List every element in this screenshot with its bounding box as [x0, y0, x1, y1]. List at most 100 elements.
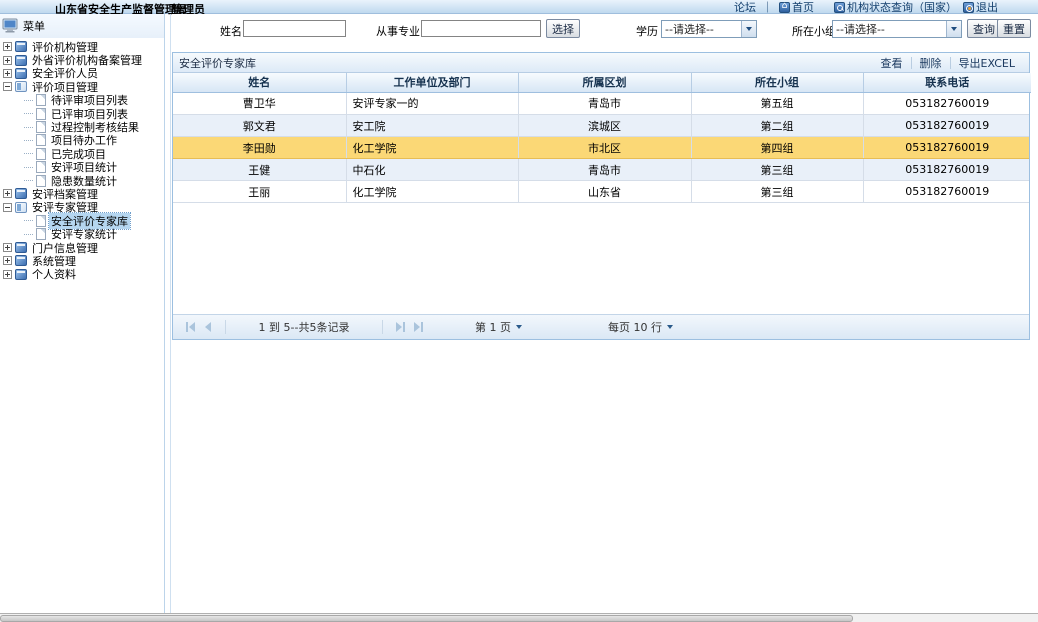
expand-icon[interactable]: [3, 270, 12, 279]
expand-icon[interactable]: [3, 69, 12, 78]
scrollbar-thumb[interactable]: [0, 615, 853, 622]
table-cell: 郭文君: [173, 115, 346, 137]
name-input[interactable]: [243, 20, 346, 37]
column-header[interactable]: 所属区划: [518, 73, 691, 92]
table-row[interactable]: 郭文君安工院滨城区第二组053182760019: [173, 115, 1029, 137]
topbar-links: 论坛 ｜ 首页 机构状态查询（国家） 退出: [734, 0, 998, 14]
profession-input[interactable]: [421, 20, 541, 37]
table-cell: 053182760019: [863, 137, 1029, 159]
prev-page-button[interactable]: [199, 318, 217, 336]
grid-header-table: 姓名工作单位及部门所属区划所在小组联系电话: [173, 73, 1031, 93]
tree-item[interactable]: 个人资料: [0, 268, 164, 281]
delete-button[interactable]: 删除: [912, 55, 950, 71]
collapse-icon[interactable]: [3, 203, 12, 212]
org-status-link[interactable]: 机构状态查询（国家）: [834, 0, 957, 15]
table-cell: 安评专家一的: [346, 93, 518, 115]
top-bar: 山东省安全生产监督管理局 管理员 论坛 ｜ 首页 机构状态查询（国家） 退出: [0, 0, 1038, 14]
tree-connector: [24, 127, 33, 128]
table-cell: 化工学院: [346, 137, 518, 159]
folder-icon: [15, 255, 27, 266]
profession-label: 从事专业: [376, 23, 420, 39]
folder-icon: [15, 68, 27, 79]
export-excel-button[interactable]: 导出EXCEL: [951, 55, 1023, 71]
home-icon: [779, 2, 790, 13]
view-button[interactable]: 查看: [873, 55, 911, 71]
power-icon: [963, 2, 974, 13]
table-row[interactable]: 王丽化工学院山东省第三组053182760019: [173, 181, 1029, 203]
folder-icon: [15, 242, 27, 253]
grid-body-table: 曹卫华安评专家一的青岛市第五组053182760019郭文君安工院滨城区第二组0…: [173, 93, 1029, 204]
table-cell: 王健: [173, 159, 346, 181]
tree-item[interactable]: 门户信息管理: [0, 241, 164, 254]
expand-icon[interactable]: [3, 243, 12, 252]
next-page-button[interactable]: [391, 318, 409, 336]
page-number-select[interactable]: 第 1 页: [475, 319, 522, 335]
expand-icon[interactable]: [3, 42, 12, 51]
column-header[interactable]: 联系电话: [863, 73, 1031, 92]
column-header[interactable]: 所在小组: [691, 73, 863, 92]
tree-connector: [24, 180, 33, 181]
grid-body: 曹卫华安评专家一的青岛市第五组053182760019郭文君安工院滨城区第二组0…: [173, 93, 1029, 318]
grid-toolbar: 查看 删除 导出EXCEL: [873, 55, 1023, 71]
query-button[interactable]: 查询: [967, 19, 1001, 38]
table-cell: 中石化: [346, 159, 518, 181]
table-cell: 安工院: [346, 115, 518, 137]
name-label: 姓名: [220, 23, 242, 39]
table-cell: 青岛市: [518, 93, 691, 115]
pager-bar: 1 到 5--共5条记录 第 1 页 每页 10 行: [173, 314, 1029, 339]
home-link[interactable]: 首页: [779, 0, 814, 15]
forum-link[interactable]: 论坛: [734, 0, 756, 15]
last-page-button[interactable]: [409, 318, 427, 336]
expand-icon[interactable]: [3, 56, 12, 65]
pager-divider: [382, 320, 383, 334]
grid-header-row: 姓名工作单位及部门所属区划所在小组联系电话: [173, 73, 1031, 92]
search-icon: [834, 2, 845, 13]
table-cell: 第四组: [691, 137, 863, 159]
table-cell: 市北区: [518, 137, 691, 159]
page-icon: [36, 148, 46, 160]
page-icon: [36, 121, 46, 133]
tree-connector: [24, 234, 33, 235]
panel-titlebar: 安全评价专家库 查看 删除 导出EXCEL: [173, 53, 1029, 73]
table-row[interactable]: 王健中石化青岛市第三组053182760019: [173, 159, 1029, 181]
folder-icon: [15, 202, 27, 213]
table-row[interactable]: 李田勋化工学院市北区第四组053182760019: [173, 137, 1029, 159]
monitor-icon: [2, 18, 20, 34]
table-cell: 李田勋: [173, 137, 346, 159]
expand-icon[interactable]: [3, 189, 12, 198]
table-cell: 曹卫华: [173, 93, 346, 115]
pager-divider: [225, 320, 226, 334]
horizontal-scrollbar[interactable]: [0, 613, 1038, 622]
expand-icon[interactable]: [3, 256, 12, 265]
collapse-icon[interactable]: [3, 82, 12, 91]
select-button[interactable]: 选择: [546, 19, 580, 38]
link-divider: ｜: [762, 0, 773, 15]
page-size-select[interactable]: 每页 10 行: [608, 319, 673, 335]
tree-connector: [24, 113, 33, 114]
page-icon: [36, 175, 46, 187]
folder-icon: [15, 81, 27, 92]
page-icon: [36, 228, 46, 240]
tree-item[interactable]: 系统管理: [0, 254, 164, 267]
reset-button[interactable]: 重置: [997, 19, 1031, 38]
page-icon: [36, 215, 46, 227]
education-select[interactable]: --请选择--: [661, 20, 757, 38]
table-cell: 053182760019: [863, 181, 1029, 203]
filter-bar: 姓名 从事专业 选择 学历 --请选择-- 所在小组 --请选择-- 查询 重置: [172, 14, 1038, 52]
page-icon: [36, 161, 46, 173]
records-range-text: 1 到 5--共5条记录: [234, 319, 374, 335]
folder-icon: [15, 269, 27, 280]
chevron-down-icon: [741, 21, 756, 37]
column-header[interactable]: 姓名: [173, 73, 346, 92]
table-cell: 青岛市: [518, 159, 691, 181]
table-cell: 化工学院: [346, 181, 518, 203]
logout-link[interactable]: 退出: [963, 0, 998, 15]
column-header[interactable]: 工作单位及部门: [346, 73, 518, 92]
table-row[interactable]: 曹卫华安评专家一的青岛市第五组053182760019: [173, 93, 1029, 115]
first-page-button[interactable]: [181, 318, 199, 336]
tree-connector: [24, 100, 33, 101]
group-select[interactable]: --请选择--: [832, 20, 962, 38]
sidebar-header-label: 菜单: [23, 18, 45, 34]
table-cell: 山东省: [518, 181, 691, 203]
table-cell: 第三组: [691, 159, 863, 181]
